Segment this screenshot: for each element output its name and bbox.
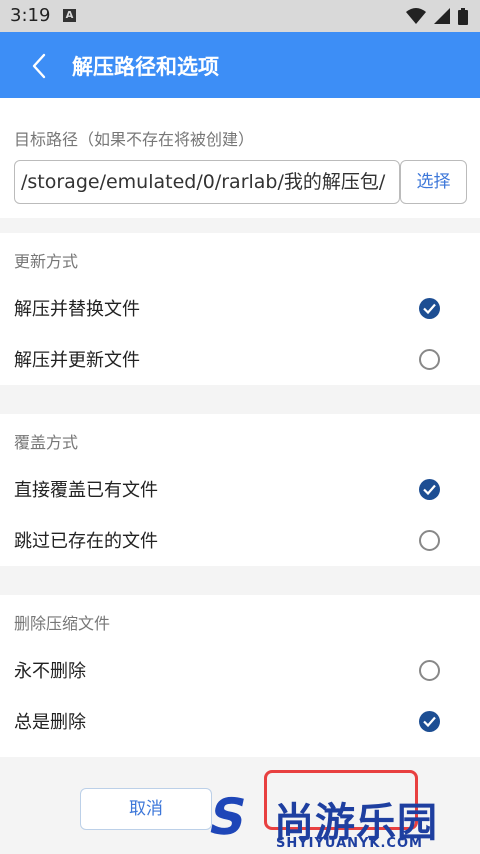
radio-checked-icon[interactable] [419,479,440,500]
option-skip-existing[interactable]: 跳过已存在的文件 [0,515,480,565]
watermark-logo-letter: S [203,788,253,846]
status-bar: 3:19 A [0,0,480,32]
target-path-section: 目标路径（如果不存在将被创建） /storage/emulated/0/rarl… [0,98,480,218]
wifi-icon [406,8,426,24]
option-extract-replace[interactable]: 解压并替换文件 [0,283,480,333]
update-mode-label: 更新方式 [14,252,79,271]
update-mode-section: 更新方式 解压并替换文件 解压并更新文件 [0,233,480,385]
radio-checked-icon[interactable] [419,298,440,319]
status-time: 3:19 [10,5,51,26]
target-path-input[interactable]: /storage/emulated/0/rarlab/我的解压包/ [14,160,400,204]
cancel-button[interactable]: 取消 [80,788,212,830]
option-never-delete[interactable]: 永不删除 [0,645,480,695]
option-extract-update[interactable]: 解压并更新文件 [0,334,480,384]
option-label: 总是删除 [14,712,86,733]
option-always-delete[interactable]: 总是删除 [0,696,480,746]
notification-icon: A [63,9,76,22]
option-overwrite-existing[interactable]: 直接覆盖已有文件 [0,464,480,514]
overwrite-mode-section: 覆盖方式 直接覆盖已有文件 跳过已存在的文件 [0,414,480,566]
radio-unchecked-icon[interactable] [419,530,440,551]
watermark-text-en: SHYIYUANYK.COM [276,836,423,851]
option-label: 解压并更新文件 [14,350,140,371]
app-bar: 解压路径和选项 [0,32,480,98]
option-label: 永不删除 [14,661,86,682]
target-path-label: 目标路径（如果不存在将被创建） [14,130,255,149]
page-title: 解压路径和选项 [72,55,219,79]
status-icons [406,7,468,25]
delete-archive-label: 删除压缩文件 [14,614,111,633]
battery-icon [458,7,468,25]
signal-icon [434,8,450,24]
option-label: 直接覆盖已有文件 [14,480,158,501]
back-arrow-icon[interactable] [28,52,52,80]
option-label: 跳过已存在的文件 [14,531,158,552]
radio-checked-icon[interactable] [419,711,440,732]
watermark-logo: S 尚游乐园 SHYIYUANYK.COM [186,788,480,854]
delete-archive-section: 删除压缩文件 永不删除 总是删除 [0,595,480,757]
option-label: 解压并替换文件 [14,299,140,320]
radio-unchecked-icon[interactable] [419,660,440,681]
radio-unchecked-icon[interactable] [419,349,440,370]
choose-path-button[interactable]: 选择 [400,160,467,204]
overwrite-mode-label: 覆盖方式 [14,433,79,452]
